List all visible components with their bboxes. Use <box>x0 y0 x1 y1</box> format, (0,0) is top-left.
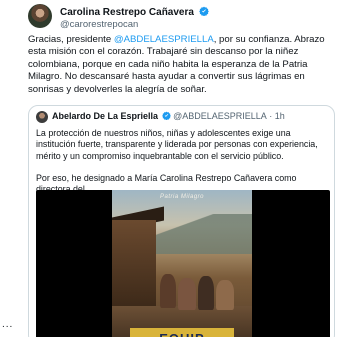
author-names: Carolina Restrepo Cañavera @carorestrepo… <box>60 6 209 31</box>
media-sky-caption: Patria Milagro <box>159 194 204 200</box>
media-overlay-title: EQUIP <box>130 328 234 337</box>
quoted-author-avatar[interactable] <box>36 111 48 123</box>
quoted-post-header: Abelardo De La Espriella @ABDELAESPRIELL… <box>36 110 326 124</box>
post-text: Gracias, presidente @ABDELAESPRIELLA, po… <box>28 34 333 96</box>
author-avatar[interactable] <box>28 4 52 28</box>
quoted-author-line: Abelardo De La Espriella @ABDELAESPRIELL… <box>52 111 285 121</box>
post: Carolina Restrepo Cañavera @carorestrepo… <box>0 0 350 337</box>
post-text-part1: Gracias, presidente <box>28 34 114 45</box>
quoted-author-name[interactable]: Abelardo De La Espriella <box>52 111 158 121</box>
verified-badge-icon <box>198 6 209 16</box>
author-handle[interactable]: @carorestrepocan <box>60 19 209 31</box>
more-options-icon[interactable]: ... <box>2 319 13 330</box>
media-person <box>160 274 176 308</box>
author-display-name-text[interactable]: Carolina Restrepo Cañavera <box>60 7 194 18</box>
quoted-author-handle[interactable]: @ABDELAESPRIELLA <box>173 111 267 121</box>
quoted-post-text: La protección de nuestros niños, niñas y… <box>36 128 331 195</box>
quoted-post[interactable]: Abelardo De La Espriella @ABDELAESPRIELL… <box>28 105 335 337</box>
quoted-paragraph-1: La protección de nuestros niños, niñas y… <box>36 128 318 161</box>
media-person <box>216 280 234 310</box>
quoted-timestamp[interactable]: 1h <box>275 111 285 121</box>
media-photo: Patria Milagro EQUIP <box>112 190 252 337</box>
mention-link[interactable]: @ABDELAESPRIELLA <box>114 34 214 45</box>
verified-badge-icon <box>161 111 171 120</box>
quoted-media-video[interactable]: Patria Milagro EQUIP <box>36 190 330 337</box>
media-person <box>178 278 196 310</box>
media-person <box>198 276 214 310</box>
media-house <box>112 220 156 310</box>
author-display-name[interactable]: Carolina Restrepo Cañavera <box>60 6 209 19</box>
